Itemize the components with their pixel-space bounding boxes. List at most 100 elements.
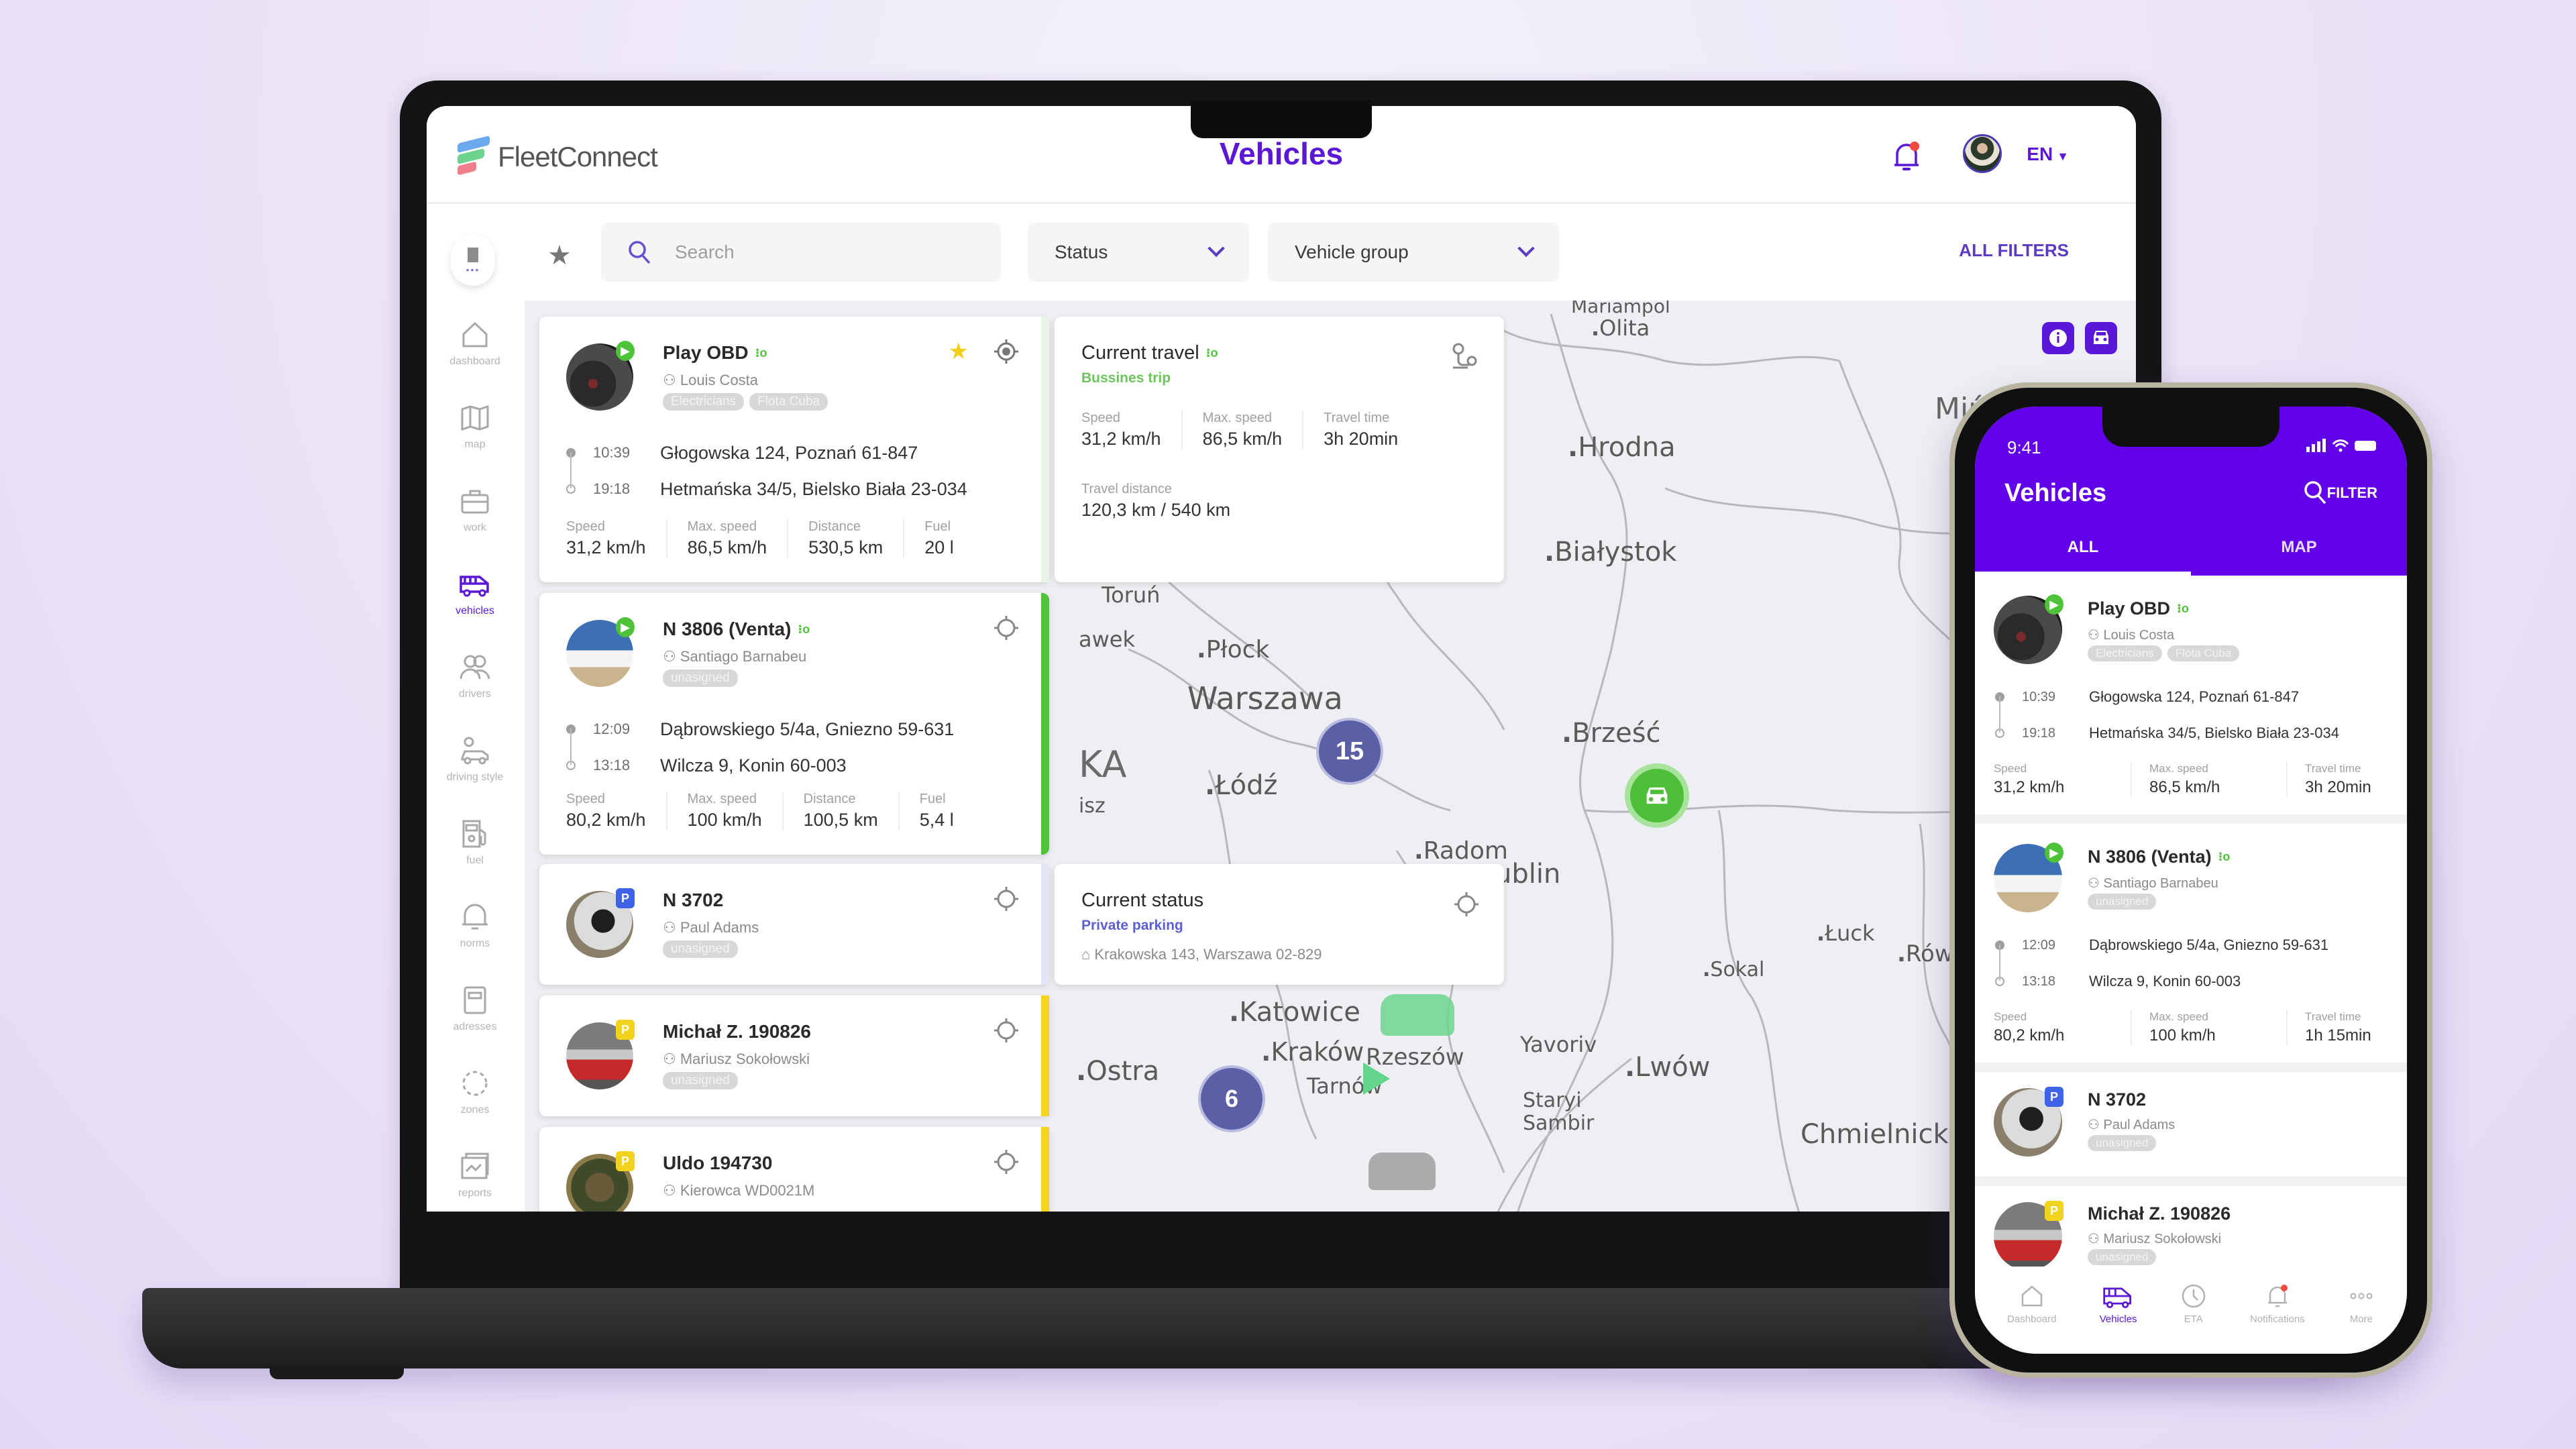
vehicle-name: Michał Z. 190826 <box>2088 1203 2231 1224</box>
travel-distance-value: 120,3 km / 540 km <box>1081 500 1231 520</box>
sidebar-item-driving-style[interactable]: driving style <box>427 733 523 784</box>
web-app-screen: FleetConnect Vehicles EN▼ ••• ★ Status V… <box>427 106 2136 1212</box>
search-input[interactable] <box>675 241 943 263</box>
sidebar-item-reports[interactable]: reports <box>427 1148 523 1199</box>
bottom-nav-label: ETA <box>2184 1313 2203 1325</box>
van-icon <box>2102 1287 2131 1308</box>
favorites-star-icon[interactable]: ★ <box>547 240 572 271</box>
language-selector[interactable]: EN ▼ <box>2027 144 2069 165</box>
bottom-nav-vehicles[interactable]: Vehicles <box>2100 1283 2137 1325</box>
vehicle-cluster-marker[interactable]: 6 <box>1198 1065 1265 1132</box>
mobile-tabs: ALL MAP <box>1975 534 2407 576</box>
collapse-sidebar-button[interactable]: ••• <box>451 235 495 286</box>
locate-target-icon[interactable] <box>993 614 1020 641</box>
stat-value: 100,5 km <box>803 810 878 830</box>
vehicle-card[interactable]: P Michał Z. 190826 ⚇ Mariusz Sokołowski … <box>539 996 1049 1116</box>
vehicle-location-pin[interactable] <box>1625 763 1689 828</box>
live-signal-icon: ⁝o <box>755 345 767 360</box>
bottom-nav-eta[interactable]: ETA <box>2180 1283 2207 1325</box>
map-controls <box>2042 322 2117 354</box>
user-avatar[interactable] <box>1963 134 2002 173</box>
favorite-star-icon[interactable]: ★ <box>949 338 969 365</box>
map-city-label: Płock <box>1197 636 1270 663</box>
fuel-icon <box>462 820 486 848</box>
vehicle-group-dropdown[interactable]: Vehicle group <box>1268 223 1559 282</box>
stat-value: 31,2 km/h <box>1994 778 2065 796</box>
parked-badge-icon: P <box>2045 1087 2063 1107</box>
route-end-address: Wilcza 9, Konin 60-003 <box>660 755 847 775</box>
route-start-time: 10:39 <box>2022 689 2056 704</box>
vehicle-card[interactable]: ▶ N 3806 (Venta) ⁝o ⚇ Santiago Barnabeu u… <box>539 593 1049 855</box>
mobile-filter-button[interactable]: FILTER <box>2327 484 2377 502</box>
stat-label: Speed <box>566 519 605 534</box>
sidebar-item-adresses[interactable]: adresses <box>427 982 523 1033</box>
vehicle-card[interactable]: P N 3702 ⚇ Paul Adams unasigned <box>539 864 1049 985</box>
vehicle-stats: Speed 31,2 km/h Max. speed 86,5 km/h Trave… <box>1994 762 2406 797</box>
stat-value: 3h 20min <box>2305 778 2371 796</box>
map-city-label: Kraków <box>1261 1037 1364 1067</box>
sidebar-nav: dashboard map work vehicles drivers driv… <box>427 301 523 1212</box>
map-city-label: Radom <box>1414 837 1508 865</box>
driver-name: ⚇ Kierowca WD0021M <box>663 1182 815 1199</box>
status-dropdown-label: Status <box>1055 241 1108 262</box>
mobile-vehicle-card[interactable]: ▶ N 3806 (Venta) ⁝o ⚇ Santiago Barnabeu u… <box>1975 824 2407 1063</box>
driving-status-icon: ▶ <box>2045 843 2063 863</box>
vehicle-name: Michał Z. 190826 <box>663 1021 812 1042</box>
sidebar-item-map[interactable]: map <box>427 400 523 451</box>
locate-target-icon[interactable] <box>993 338 1020 365</box>
parking-address-text: Krakowska 143, Warszawa 02-829 <box>1094 946 1322 963</box>
vehicle-tag: Electricians <box>663 393 745 411</box>
tab-map[interactable]: MAP <box>2191 534 2407 576</box>
bottom-nav-notifications[interactable]: Notifications <box>2250 1283 2305 1325</box>
sidebar-item-zones[interactable]: zones <box>427 1065 523 1116</box>
bottom-nav-more[interactable]: More <box>2348 1283 2375 1325</box>
driver-name: ⚇ Louis Costa <box>663 372 759 388</box>
sidebar-item-work[interactable]: work <box>427 483 523 534</box>
sidebar-item-dashboard[interactable]: dashboard <box>427 317 523 368</box>
vehicle-tag: unasigned <box>663 669 738 687</box>
route-end-time: 19:18 <box>593 480 631 497</box>
vehicle-card[interactable]: P Uldo 194730 ⚇ Kierowca WD0021M <box>539 1127 1049 1212</box>
sidebar-item-norms[interactable]: norms <box>427 899 523 950</box>
vehicle-name: Play OBD <box>663 342 749 363</box>
locate-target-icon[interactable] <box>993 1017 1020 1044</box>
map-city-label: Katowice <box>1229 997 1360 1028</box>
vehicle-marker-grey[interactable] <box>1368 1152 1436 1190</box>
stat-value: 1h 15min <box>2305 1026 2371 1044</box>
mobile-vehicle-card[interactable]: P N 3702 ⚇ Paul Adams unasigned <box>1975 1072 2407 1177</box>
locate-target-icon[interactable] <box>1453 891 1480 918</box>
map-city-label: Yavoriv <box>1520 1032 1597 1057</box>
tab-all[interactable]: ALL <box>1975 534 2191 576</box>
vehicle-card[interactable]: ▶ Play OBD ⁝o ⚇ Louis Costa Electricians F… <box>539 317 1049 582</box>
bottom-nav-label: Dashboard <box>2007 1313 2057 1325</box>
users-icon <box>460 655 490 680</box>
vehicle-marker-green[interactable] <box>1381 994 1454 1036</box>
sidebar-item-label: drivers <box>458 688 491 700</box>
search-icon[interactable] <box>2304 480 2326 504</box>
route-icon[interactable] <box>1449 341 1480 372</box>
search-field[interactable] <box>601 223 1001 282</box>
map-info-button[interactable] <box>2042 322 2074 354</box>
van-icon <box>460 576 489 597</box>
chevron-down-icon <box>1517 239 1535 258</box>
sidebar-item-fuel[interactable]: fuel <box>427 816 523 867</box>
signal-wifi-battery-icon <box>2306 439 2376 452</box>
all-filters-button[interactable]: ALL FILTERS <box>1959 240 2069 261</box>
sidebar-item-vehicles[interactable]: vehicles <box>427 566 523 617</box>
map-vehicles-button[interactable] <box>2085 322 2117 354</box>
locate-target-icon[interactable] <box>993 1148 1020 1175</box>
notifications-bell-icon[interactable] <box>1890 140 1923 174</box>
sidebar-item-drivers[interactable]: drivers <box>427 649 523 700</box>
live-signal-icon: ⁝o <box>1205 346 1218 360</box>
bottom-nav-dashboard[interactable]: Dashboard <box>2007 1283 2056 1325</box>
vehicle-cluster-marker[interactable]: 15 <box>1316 718 1383 785</box>
status-dropdown[interactable]: Status <box>1028 223 1249 282</box>
phone-frame: 9:41 Vehicles FILTER ALL MAP ▶ Play OBD ⁝… <box>1949 382 2432 1378</box>
driver-name: ⚇ Santiago Barnabeu <box>2088 876 2218 891</box>
current-status-card: Current status Private parking ⌂ Krakows… <box>1055 864 1504 985</box>
stat-label: Speed <box>566 792 605 806</box>
locate-target-icon[interactable] <box>993 885 1020 912</box>
mobile-vehicle-card[interactable]: ▶ Play OBD ⁝o ⚇ Louis Costa Electricians F… <box>1975 576 2407 814</box>
vehicle-tag: Flota Cuba <box>2167 645 2240 661</box>
route-timeline: 12:09 Dąbrowskiego 5/4a, Gniezno 59-631 1… <box>1995 927 2328 1000</box>
